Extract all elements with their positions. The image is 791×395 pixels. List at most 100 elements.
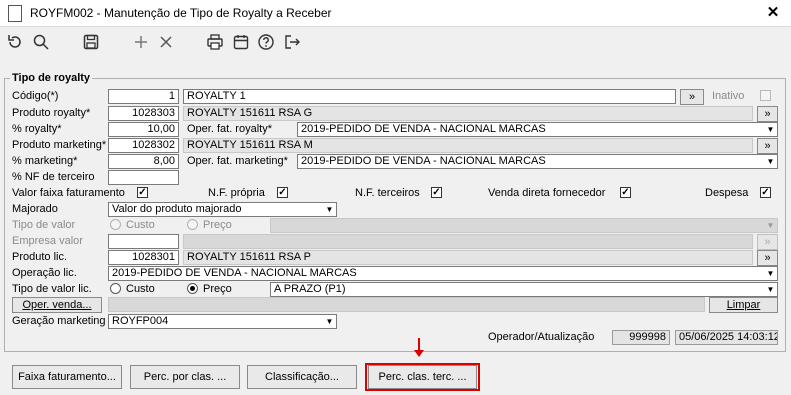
undo-icon[interactable] [5, 33, 25, 53]
tipo-valor-custo-label: Custo [126, 219, 155, 231]
majorado-value: Valor do produto majorado [112, 203, 242, 215]
chevron-down-icon[interactable]: ▼ [765, 268, 776, 279]
faixa-faturamento-button[interactable]: Faixa faturamento... [12, 365, 122, 389]
geracao-marketing-value: ROYFP004 [112, 315, 169, 327]
tipo-valor-label: Tipo de valor [12, 219, 76, 231]
close-icon[interactable]: ✕ [764, 4, 782, 22]
codigo-lookup-button[interactable]: » [680, 89, 704, 105]
despesa-label: Despesa [705, 187, 749, 199]
pct-royalty-label: % royalty* [12, 123, 62, 135]
valor-faixa-checkbox[interactable]: ✓ [137, 187, 148, 198]
tipo-valor-preco-radio[interactable] [187, 219, 198, 230]
pct-nf-input[interactable] [108, 170, 179, 185]
operador-id: 999998 [612, 330, 670, 345]
codigo-description[interactable]: ROYALTY 1 [183, 89, 676, 104]
produto-lic-label: Produto lic. [12, 251, 68, 263]
delete-icon[interactable] [156, 33, 176, 53]
chevron-down-icon[interactable]: ▼ [765, 284, 776, 295]
pct-marketing-input[interactable]: 8,00 [108, 154, 179, 169]
oper-venda-label: Oper. venda... [22, 299, 92, 311]
empresa-valor-lookup-button[interactable]: » [757, 234, 778, 250]
produto-lic-input[interactable]: 1028301 [108, 250, 179, 265]
tipo-valor-lic-preco-label: Preço [203, 283, 232, 295]
tipo-valor-lic-value: A PRAZO (P1) [274, 283, 346, 295]
operacao-lic-label: Operação lic. [12, 267, 77, 279]
produto-royalty-lookup-button[interactable]: » [757, 106, 778, 122]
pct-nf-label: % NF de terceiro [12, 171, 95, 183]
nf-terceiros-checkbox[interactable]: ✓ [431, 187, 442, 198]
pct-royalty-input[interactable]: 10,00 [108, 122, 179, 137]
chevron-down-icon[interactable]: ▼ [765, 156, 776, 167]
perc-por-clas-button[interactable]: Perc. por clas. ... [130, 365, 240, 389]
chevron-down-icon[interactable]: ▼ [324, 316, 335, 327]
oper-venda-button[interactable]: Oper. venda... [12, 297, 102, 313]
codigo-input[interactable]: 1 [108, 89, 179, 104]
codigo-label: Código(*) [12, 90, 59, 102]
operacao-lic-select[interactable]: 2019-PEDIDO DE VENDA - NACIONAL MARCAS ▼ [108, 266, 778, 281]
add-icon[interactable] [131, 33, 151, 53]
produto-marketing-label: Produto marketing* [12, 139, 107, 151]
calendar-icon[interactable] [231, 33, 251, 53]
produto-marketing-description: ROYALTY 151611 RSA M [183, 138, 753, 153]
search-icon[interactable] [31, 33, 51, 53]
tipo-valor-preco-label: Preço [203, 219, 232, 231]
inativo-label: Inativo [712, 90, 745, 102]
venda-direta-checkbox[interactable]: ✓ [620, 187, 631, 198]
chevron-down-icon[interactable]: ▼ [765, 124, 776, 135]
majorado-select[interactable]: Valor do produto majorado ▼ [108, 202, 337, 217]
chevron-down-icon[interactable]: ▼ [324, 204, 335, 215]
inativo-checkbox[interactable] [760, 90, 771, 101]
help-icon[interactable] [256, 33, 276, 53]
tipo-valor-lic-select[interactable]: A PRAZO (P1) ▼ [270, 282, 778, 297]
oper-fat-royalty-value: 2019-PEDIDO DE VENDA - NACIONAL MARCAS [301, 123, 546, 135]
oper-fat-marketing-value: 2019-PEDIDO DE VENDA - NACIONAL MARCAS [301, 155, 546, 167]
highlight-box [365, 363, 480, 391]
operador-label: Operador/Atualização [488, 331, 595, 343]
oper-fat-marketing-select[interactable]: 2019-PEDIDO DE VENDA - NACIONAL MARCAS ▼ [297, 154, 778, 169]
despesa-checkbox[interactable]: ✓ [760, 187, 771, 198]
valor-faixa-label: Valor faixa faturamento [12, 187, 125, 199]
radio-selected-dot [190, 286, 195, 291]
exit-icon[interactable] [282, 33, 302, 53]
oper-fat-royalty-select[interactable]: 2019-PEDIDO DE VENDA - NACIONAL MARCAS ▼ [297, 122, 778, 137]
produto-marketing-lookup-button[interactable]: » [757, 138, 778, 154]
document-icon [8, 5, 22, 22]
oper-fat-marketing-label: Oper. fat. marketing* [187, 155, 288, 167]
tipo-valor-lic-custo-radio[interactable] [110, 283, 121, 294]
produto-royalty-input[interactable]: 1028303 [108, 106, 179, 121]
empresa-valor-label: Empresa valor [12, 235, 83, 247]
oper-venda-field [108, 297, 705, 312]
majorado-label: Majorado [12, 203, 58, 215]
arrowhead-icon [414, 350, 424, 357]
classificacao-button[interactable]: Classificação... [247, 365, 357, 389]
venda-direta-label: Venda direta fornecedor [488, 187, 606, 199]
limpar-label: Limpar [726, 299, 761, 311]
oper-fat-royalty-label: Oper. fat. royalty* [187, 123, 272, 135]
nf-propria-label: N.F. própria [208, 187, 265, 199]
window-title: ROYFM002 - Manutenção de Tipo de Royalty… [30, 6, 332, 20]
group-title: Tipo de royalty [10, 72, 93, 84]
print-icon[interactable] [205, 33, 225, 53]
produto-lic-description: ROYALTY 151611 RSA P [183, 250, 753, 265]
tipo-valor-lic-custo-label: Custo [126, 283, 155, 295]
produto-lic-lookup-button[interactable]: » [757, 250, 778, 266]
tipo-valor-select[interactable]: ▼ [270, 218, 778, 233]
geracao-marketing-label: Geração marketing [12, 315, 106, 327]
limpar-button[interactable]: Limpar [709, 297, 778, 313]
geracao-marketing-select[interactable]: ROYFP004 ▼ [108, 314, 337, 329]
toolbar [0, 27, 791, 59]
produto-royalty-label: Produto royalty* [12, 107, 91, 119]
nf-propria-checkbox[interactable]: ✓ [277, 187, 288, 198]
save-icon[interactable] [81, 33, 101, 53]
chevron-down-icon[interactable]: ▼ [765, 220, 776, 231]
title-bar: ROYFM002 - Manutenção de Tipo de Royalty… [0, 0, 791, 27]
atualizacao-datetime: 05/06/2025 14:03:12 [675, 330, 778, 345]
tipo-valor-lic-preco-radio[interactable] [187, 283, 198, 294]
operacao-lic-value: 2019-PEDIDO DE VENDA - NACIONAL MARCAS [112, 267, 357, 279]
empresa-valor-description [183, 234, 753, 249]
produto-royalty-description: ROYALTY 151611 RSA G [183, 106, 753, 121]
produto-marketing-input[interactable]: 1028302 [108, 138, 179, 153]
tipo-valor-custo-radio[interactable] [110, 219, 121, 230]
empresa-valor-input[interactable] [108, 234, 179, 249]
tipo-valor-lic-label: Tipo de valor lic. [12, 283, 92, 295]
